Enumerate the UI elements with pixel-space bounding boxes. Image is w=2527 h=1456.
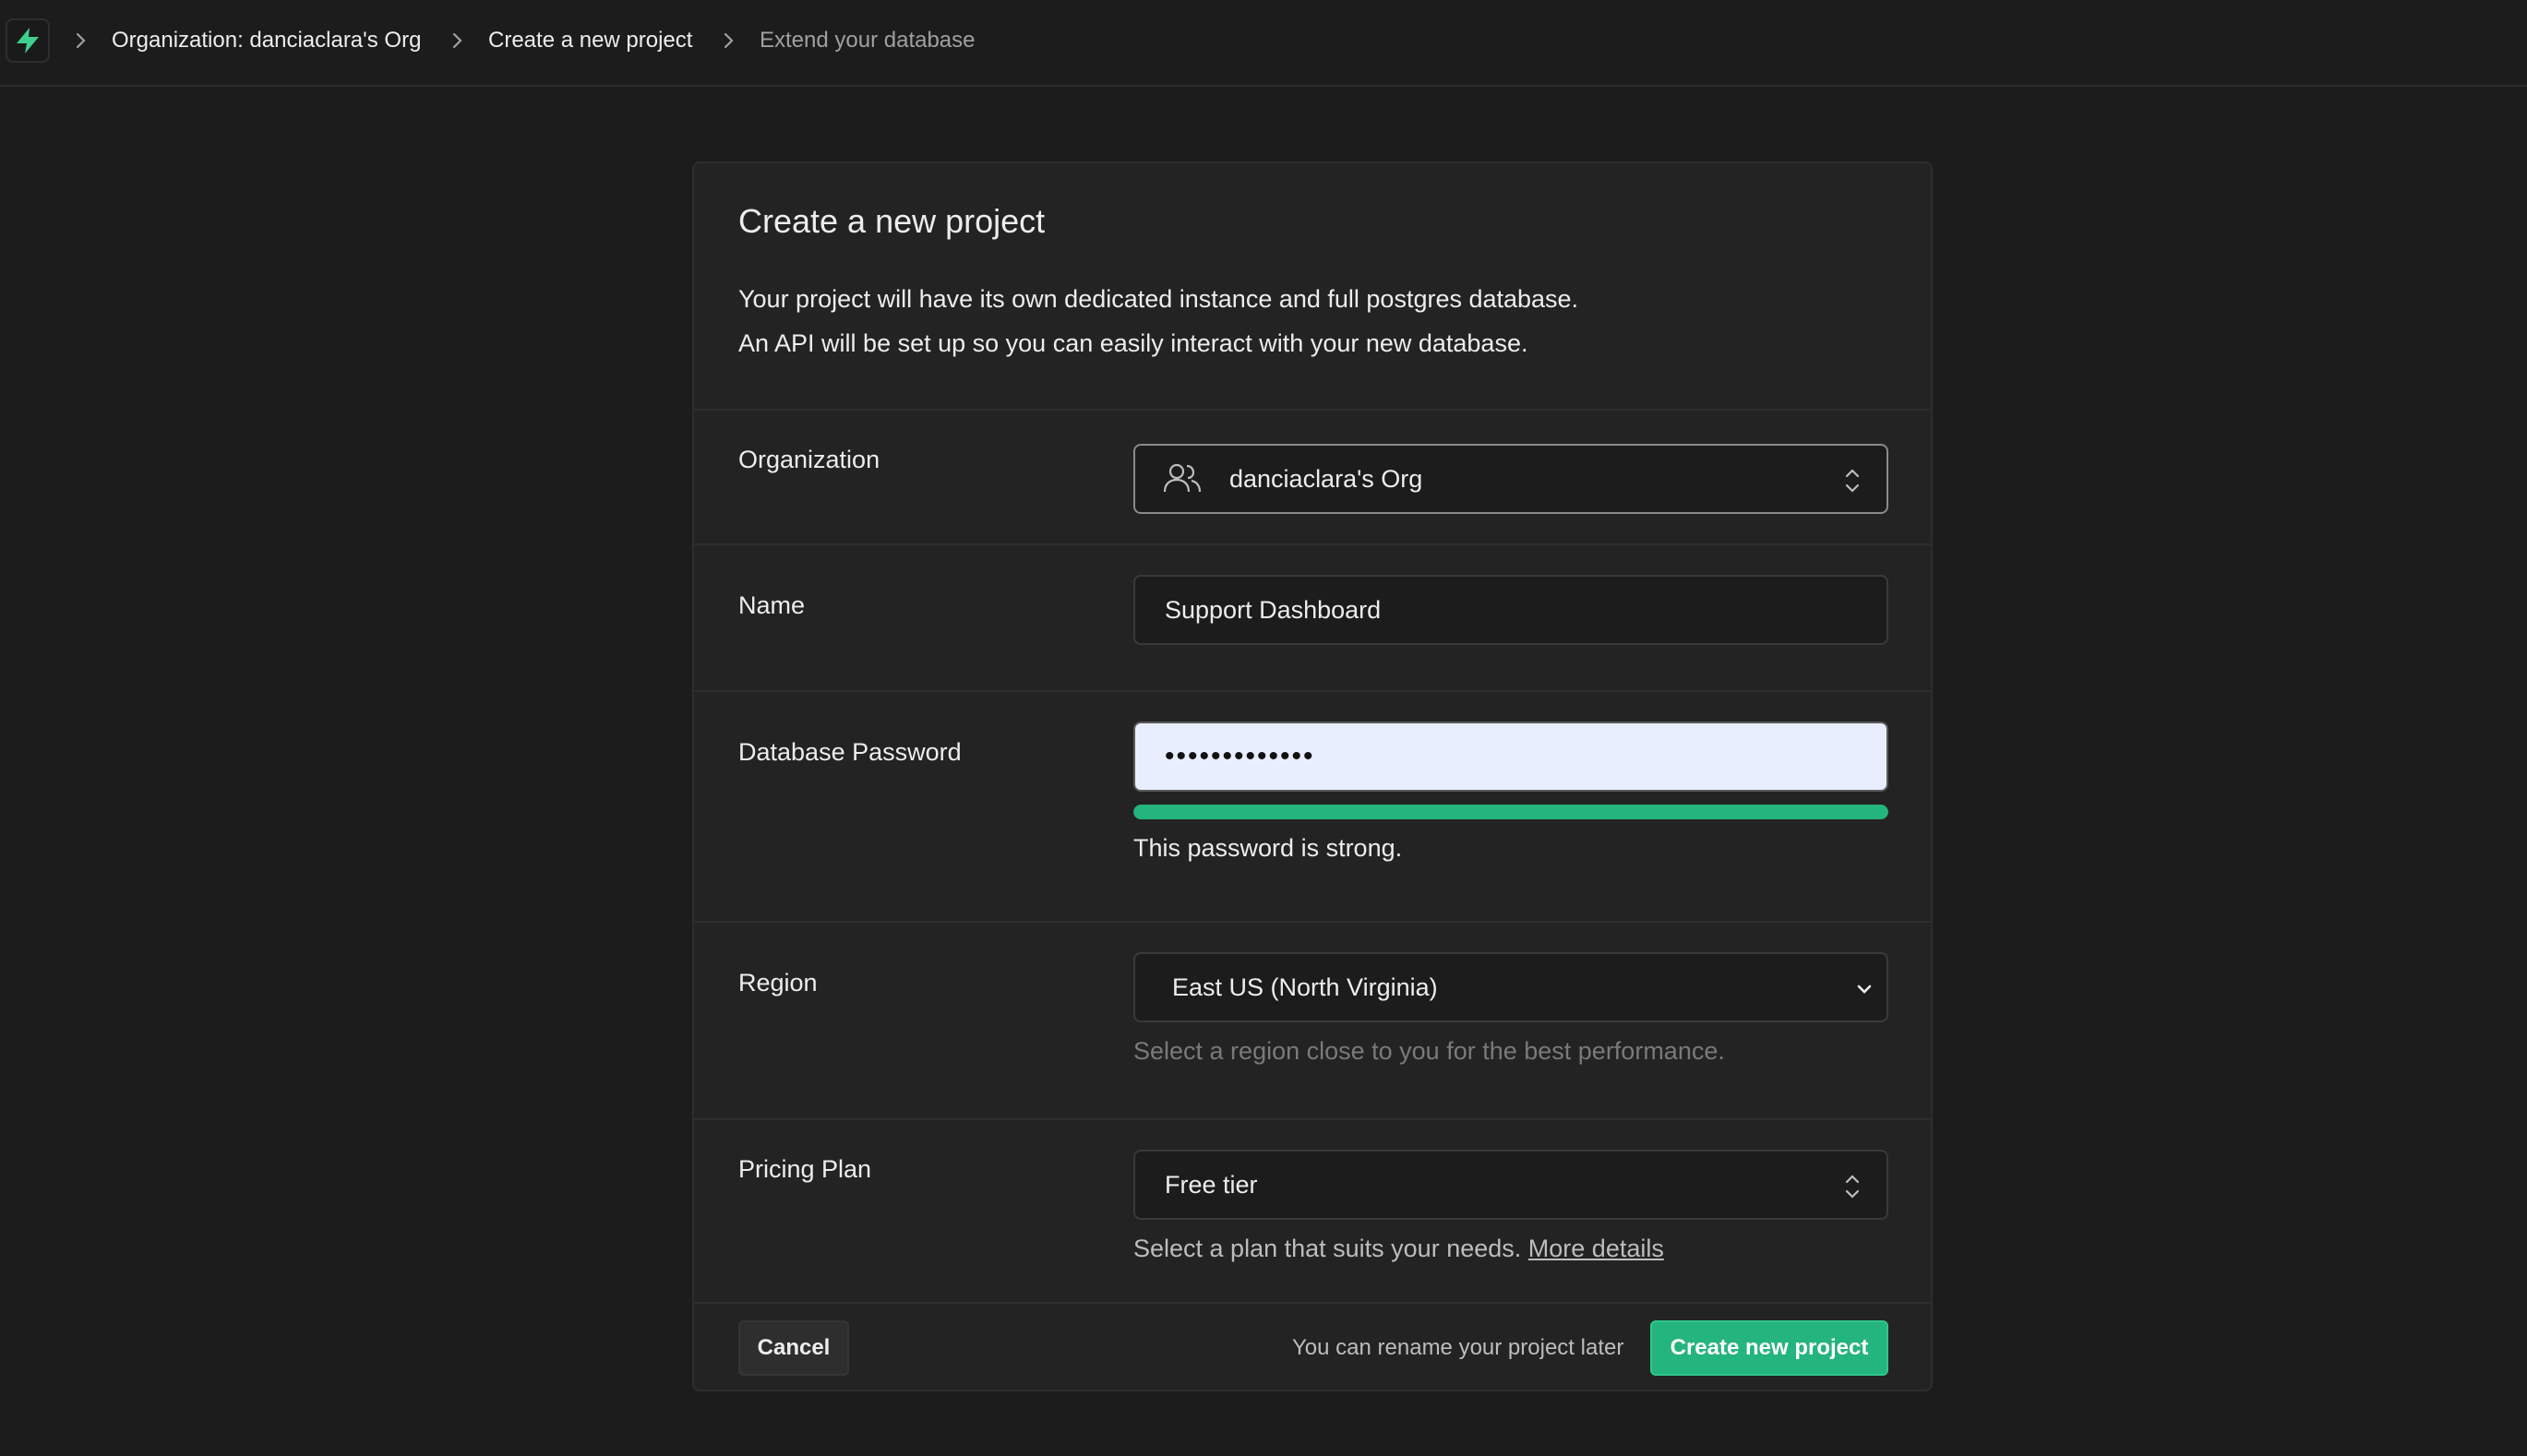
pricing-helper: Select a plan that suits your needs. Mor…	[1133, 1235, 1664, 1263]
database-password-input[interactable]: •••••••••••••	[1133, 722, 1888, 792]
region-helper-text: Select a region close to you for the bes…	[1133, 1037, 1725, 1065]
top-navigation-bar: Organization: danciaclara's Org Create a…	[0, 0, 2527, 87]
name-section: Name Support Dashboard	[694, 543, 1931, 690]
cancel-button[interactable]: Cancel	[738, 1320, 849, 1376]
password-strength-bar	[1133, 805, 1888, 819]
rename-later-note: You can rename your project later	[1292, 1335, 1624, 1360]
region-section: Region East US (North Virginia) Select a…	[694, 921, 1931, 1118]
chevron-right-icon	[724, 32, 734, 49]
chevron-up-down-icon	[1845, 469, 1860, 493]
region-label: Region	[738, 969, 818, 997]
name-label: Name	[738, 591, 806, 619]
organization-value: danciaclara's Org	[1229, 464, 1423, 493]
chevron-right-icon	[76, 32, 86, 49]
region-select[interactable]: East US (North Virginia)	[1133, 952, 1888, 1022]
project-name-value: Support Dashboard	[1165, 595, 1382, 624]
pricing-plan-value: Free tier	[1165, 1170, 1258, 1199]
create-new-project-button[interactable]: Create new project	[1650, 1320, 1888, 1376]
pricing-plan-select[interactable]: Free tier	[1133, 1150, 1888, 1220]
breadcrumb-create-project[interactable]: Create a new project	[488, 28, 692, 54]
password-label: Database Password	[738, 738, 962, 766]
card-description-line2: An API will be set up so you can easily …	[738, 329, 1528, 357]
organization-section: Organization danciaclara's Org	[694, 409, 1931, 543]
pricing-section: Pricing Plan Free tier Select a plan tha…	[694, 1118, 1931, 1302]
more-details-link[interactable]: More details	[1528, 1235, 1664, 1262]
breadcrumb-extend-database: Extend your database	[760, 28, 976, 53]
organization-label: Organization	[738, 446, 880, 473]
password-masked-value: •••••••••••••	[1165, 741, 1315, 771]
supabase-logo-icon[interactable]	[6, 18, 50, 63]
create-project-card: Create a new project Your project will h…	[692, 161, 1933, 1391]
chevron-right-icon	[452, 32, 462, 49]
project-name-input[interactable]: Support Dashboard	[1133, 575, 1888, 645]
bolt-icon	[17, 28, 39, 54]
password-strength-fill	[1133, 805, 1888, 819]
pricing-label: Pricing Plan	[738, 1155, 872, 1183]
users-icon	[1163, 463, 1202, 493]
chevron-down-icon	[1857, 985, 1872, 994]
pricing-helper-text: Select a plan that suits your needs.	[1133, 1235, 1522, 1262]
password-strength-text: This password is strong.	[1133, 834, 1403, 862]
region-value: East US (North Virginia)	[1172, 973, 1438, 1001]
organization-select[interactable]: danciaclara's Org	[1133, 444, 1888, 514]
card-title: Create a new project	[738, 202, 1046, 240]
card-description-line1: Your project will have its own dedicated…	[738, 285, 1579, 313]
password-section: Database Password ••••••••••••• This pas…	[694, 690, 1931, 921]
breadcrumb-organization[interactable]: Organization: danciaclara's Org	[112, 28, 421, 54]
chevron-up-down-icon	[1845, 1175, 1860, 1199]
